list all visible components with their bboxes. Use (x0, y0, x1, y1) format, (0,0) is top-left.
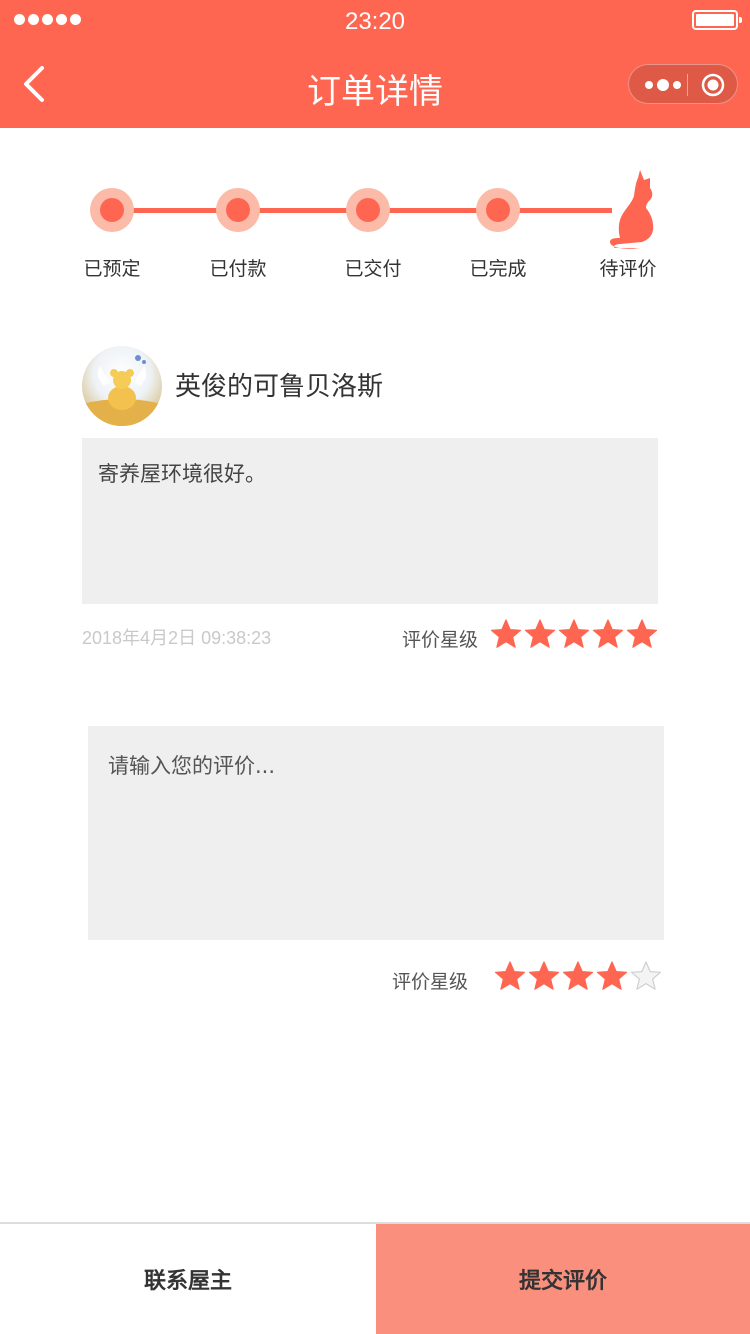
reviewer-name: 英俊的可鲁贝洛斯 (175, 372, 384, 402)
review-content-box: 寄养屋环境很好。 (82, 438, 658, 604)
capsule-divider (687, 74, 688, 96)
star-filled-icon[interactable] (494, 960, 526, 992)
step-dot-2 (216, 188, 260, 232)
contact-host-button[interactable]: 联系屋主 (0, 1224, 376, 1334)
step-dot-1 (90, 188, 134, 232)
star-filled-icon[interactable] (528, 960, 560, 992)
star-filled-icon (558, 619, 590, 648)
review-text: 寄养屋环境很好。 (98, 462, 266, 486)
step-label-5: 待评价 (599, 258, 657, 280)
step-label-1: 已预定 (83, 258, 141, 280)
step-dot-3 (346, 188, 390, 232)
step-label-2: 已付款 (209, 258, 267, 280)
avatar (82, 346, 162, 426)
star-empty-icon[interactable] (630, 960, 662, 992)
avatar-image (82, 346, 162, 426)
battery-icon (692, 10, 742, 30)
step-label-4: 已完成 (469, 258, 527, 280)
submit-review-button[interactable]: 提交评价 (376, 1224, 750, 1334)
mini-program-capsule (628, 64, 738, 104)
star-filled-icon (490, 619, 522, 648)
star-filled-icon (524, 619, 556, 648)
star-filled-icon[interactable] (562, 960, 594, 992)
record-circle-icon[interactable] (701, 73, 725, 97)
review-star-rating (490, 618, 658, 650)
review-rating-label: 评价星级 (402, 629, 479, 651)
top-bar: 23:20 订单详情 (0, 0, 750, 128)
status-time: 23:20 (344, 8, 406, 35)
star-filled-icon (626, 619, 658, 648)
new-rating-label: 评价星级 (392, 971, 469, 993)
more-dots-icon[interactable] (643, 75, 683, 95)
cat-icon (610, 170, 654, 249)
step-dot-4 (476, 188, 520, 232)
star-filled-icon (592, 619, 624, 648)
step-label-3: 已交付 (344, 258, 402, 280)
review-input[interactable] (88, 726, 664, 940)
review-timestamp: 2018年4月2日 09:38:23 (82, 628, 272, 648)
bottom-action-bar: 联系屋主 提交评价 (0, 1222, 750, 1334)
status-bar: 23:20 (0, 0, 750, 44)
new-star-rating[interactable] (494, 960, 662, 992)
order-progress: 已预定 已付款 已交付 已完成 待评价 (0, 128, 750, 308)
star-filled-icon[interactable] (596, 960, 628, 992)
